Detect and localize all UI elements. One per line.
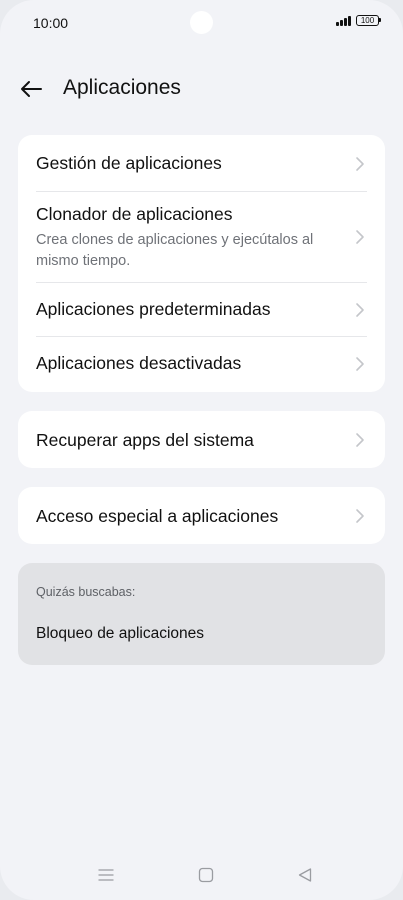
- chevron-right-icon: [356, 303, 364, 317]
- menu-icon: [98, 869, 114, 881]
- suggestion-link-app-lock[interactable]: Bloqueo de aplicaciones: [36, 625, 204, 643]
- status-bar: 10:00 100: [0, 0, 403, 48]
- navigation-bar: [0, 860, 403, 890]
- suggestion-card: Quizás buscabas: Bloqueo de aplicaciones: [18, 563, 385, 665]
- suggestion-label: Quizás buscabas:: [36, 585, 136, 599]
- chevron-right-icon: [356, 357, 364, 371]
- status-time: 10:00: [33, 15, 69, 31]
- row-title: Aplicaciones desactivadas: [36, 353, 242, 373]
- home-icon: [198, 867, 214, 883]
- row-disabled-apps[interactable]: Aplicaciones desactivadas: [18, 337, 385, 392]
- special-access-card: Acceso especial a aplicaciones: [18, 487, 385, 544]
- recover-system-apps-card: Recuperar apps del sistema: [18, 411, 385, 468]
- back-triangle-icon: [298, 868, 312, 882]
- nav-back-button[interactable]: [290, 860, 320, 890]
- row-title: Recuperar apps del sistema: [36, 430, 254, 450]
- arrow-left-icon: [21, 81, 42, 97]
- camera-cutout: [190, 11, 213, 34]
- recents-button[interactable]: [91, 860, 121, 890]
- page-title: Aplicaciones: [63, 76, 181, 99]
- row-title: Gestión de aplicaciones: [36, 153, 222, 173]
- signal-bars-icon: [336, 15, 351, 26]
- row-title: Clonador de aplicaciones: [36, 204, 233, 224]
- back-button[interactable]: [14, 73, 48, 105]
- chevron-right-icon: [356, 509, 364, 523]
- chevron-right-icon: [356, 230, 364, 244]
- row-title: Acceso especial a aplicaciones: [36, 506, 279, 526]
- row-special-app-access[interactable]: Acceso especial a aplicaciones: [18, 487, 385, 544]
- chevron-right-icon: [356, 433, 364, 447]
- row-default-apps[interactable]: Aplicaciones predeterminadas: [18, 283, 385, 337]
- battery-level: 100: [360, 15, 375, 25]
- row-app-cloner[interactable]: Clonador de aplicaciones Crea clones de …: [18, 192, 385, 283]
- home-button[interactable]: [191, 860, 221, 890]
- row-recover-system-apps[interactable]: Recuperar apps del sistema: [18, 411, 385, 468]
- app-header: Aplicaciones: [0, 66, 403, 112]
- row-title: Aplicaciones predeterminadas: [36, 299, 271, 319]
- row-subtitle: Crea clones de aplicaciones y ejecútalos…: [36, 232, 314, 269]
- chevron-right-icon: [356, 157, 364, 171]
- apps-settings-card: Gestión de aplicaciones Clonador de apli…: [18, 135, 385, 392]
- battery-icon: 100: [356, 15, 381, 26]
- phone-screen: 10:00 100 Aplicaciones Gestión de aplica…: [0, 0, 403, 900]
- row-app-management[interactable]: Gestión de aplicaciones: [18, 135, 385, 192]
- status-indicators: 100: [336, 15, 381, 26]
